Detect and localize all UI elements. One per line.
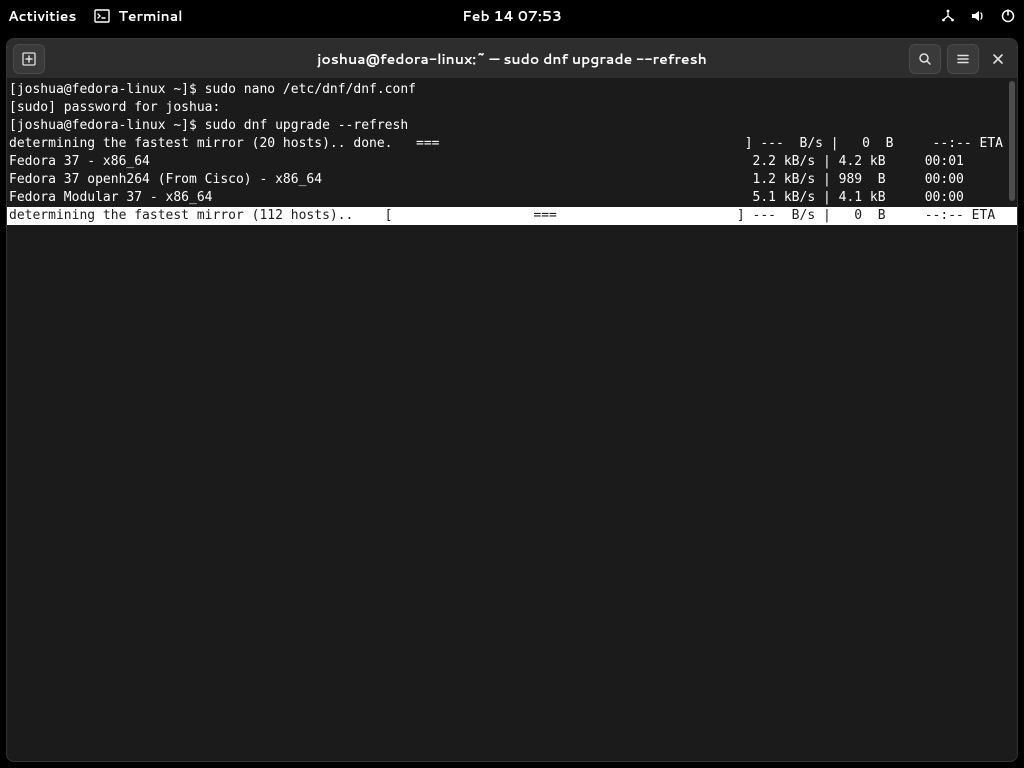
clock[interactable]: Feb 14 07:53 [462,6,562,26]
scrollbar-thumb[interactable] [1009,81,1015,201]
terminal-line: determining the fastest mirror (112 host… [7,207,1017,225]
window-title: joshua@fedora-linux:~ — sudo dnf upgrade… [317,49,707,69]
terminal-window: joshua@fedora-linux:~ — sudo dnf upgrade… [6,38,1018,762]
network-icon[interactable] [940,8,956,24]
terminal-line: Fedora 37 - x86_64 2.2 kB/s | 4.2 kB 00:… [7,153,1017,171]
terminal-line: [joshua@fedora-linux ~]$ sudo dnf upgrad… [7,117,1017,135]
gnome-topbar: Activities Terminal Feb 14 07:53 [0,0,1024,32]
terminal-line: Fedora 37 openh264 (From Cisco) - x86_64… [7,171,1017,189]
terminal-line: determining the fastest mirror (20 hosts… [7,135,1017,153]
headerbar: joshua@fedora-linux:~ — sudo dnf upgrade… [7,39,1017,79]
terminal-content[interactable]: [joshua@fedora-linux ~]$ sudo nano /etc/… [7,79,1017,761]
terminal-line: Fedora Modular 37 - x86_64 5.1 kB/s | 4.… [7,189,1017,207]
power-icon[interactable] [1000,8,1016,24]
close-button[interactable] [985,46,1011,72]
activities-button[interactable]: Activities [8,6,76,26]
terminal-icon [94,8,110,24]
search-button[interactable] [909,44,941,74]
volume-icon[interactable] [970,8,986,24]
terminal-line: [joshua@fedora-linux ~]$ sudo nano /etc/… [7,81,1017,99]
app-menu[interactable]: Terminal [94,6,182,26]
app-menu-label: Terminal [118,6,182,26]
terminal-line: [sudo] password for joshua: [7,99,1017,117]
menu-button[interactable] [947,44,979,74]
new-tab-button[interactable] [13,44,45,74]
scrollbar[interactable] [1007,79,1017,761]
